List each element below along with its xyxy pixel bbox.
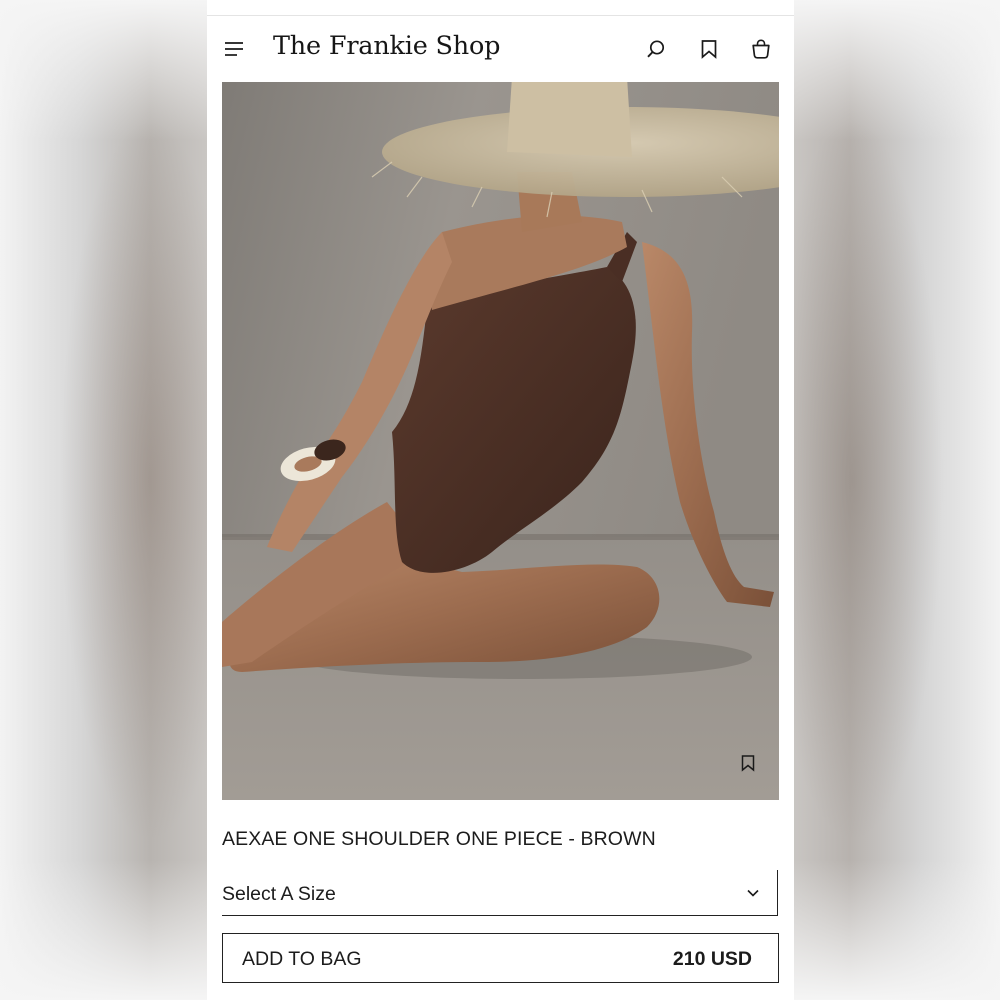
background-blur-right — [793, 0, 1000, 1000]
add-to-bag-label: ADD TO BAG — [242, 948, 362, 970]
product-photo — [222, 82, 779, 800]
product-price: 210 USD — [672, 948, 752, 970]
product-image[interactable] — [222, 82, 779, 800]
shopping-bag-icon[interactable] — [750, 38, 772, 60]
product-page: The Frankie Shop AEXAE ONE SHOULDER ONE … — [207, 0, 794, 1000]
size-select-value: Select A Size — [222, 883, 336, 905]
background-blur-left — [0, 0, 207, 1000]
bookmark-icon[interactable] — [698, 38, 720, 60]
chevron-down-icon — [747, 889, 759, 897]
image-bookmark-icon[interactable] — [739, 754, 757, 772]
brand-logo[interactable]: The Frankie Shop — [273, 31, 501, 61]
site-header: The Frankie Shop — [207, 16, 794, 82]
search-icon[interactable] — [645, 38, 667, 60]
add-to-bag-button[interactable]: ADD TO BAG 210 USD — [222, 933, 779, 983]
size-select[interactable]: Select A Size — [222, 870, 778, 916]
menu-icon[interactable] — [223, 38, 245, 60]
product-title: AEXAE ONE SHOULDER ONE PIECE - BROWN — [222, 828, 656, 850]
